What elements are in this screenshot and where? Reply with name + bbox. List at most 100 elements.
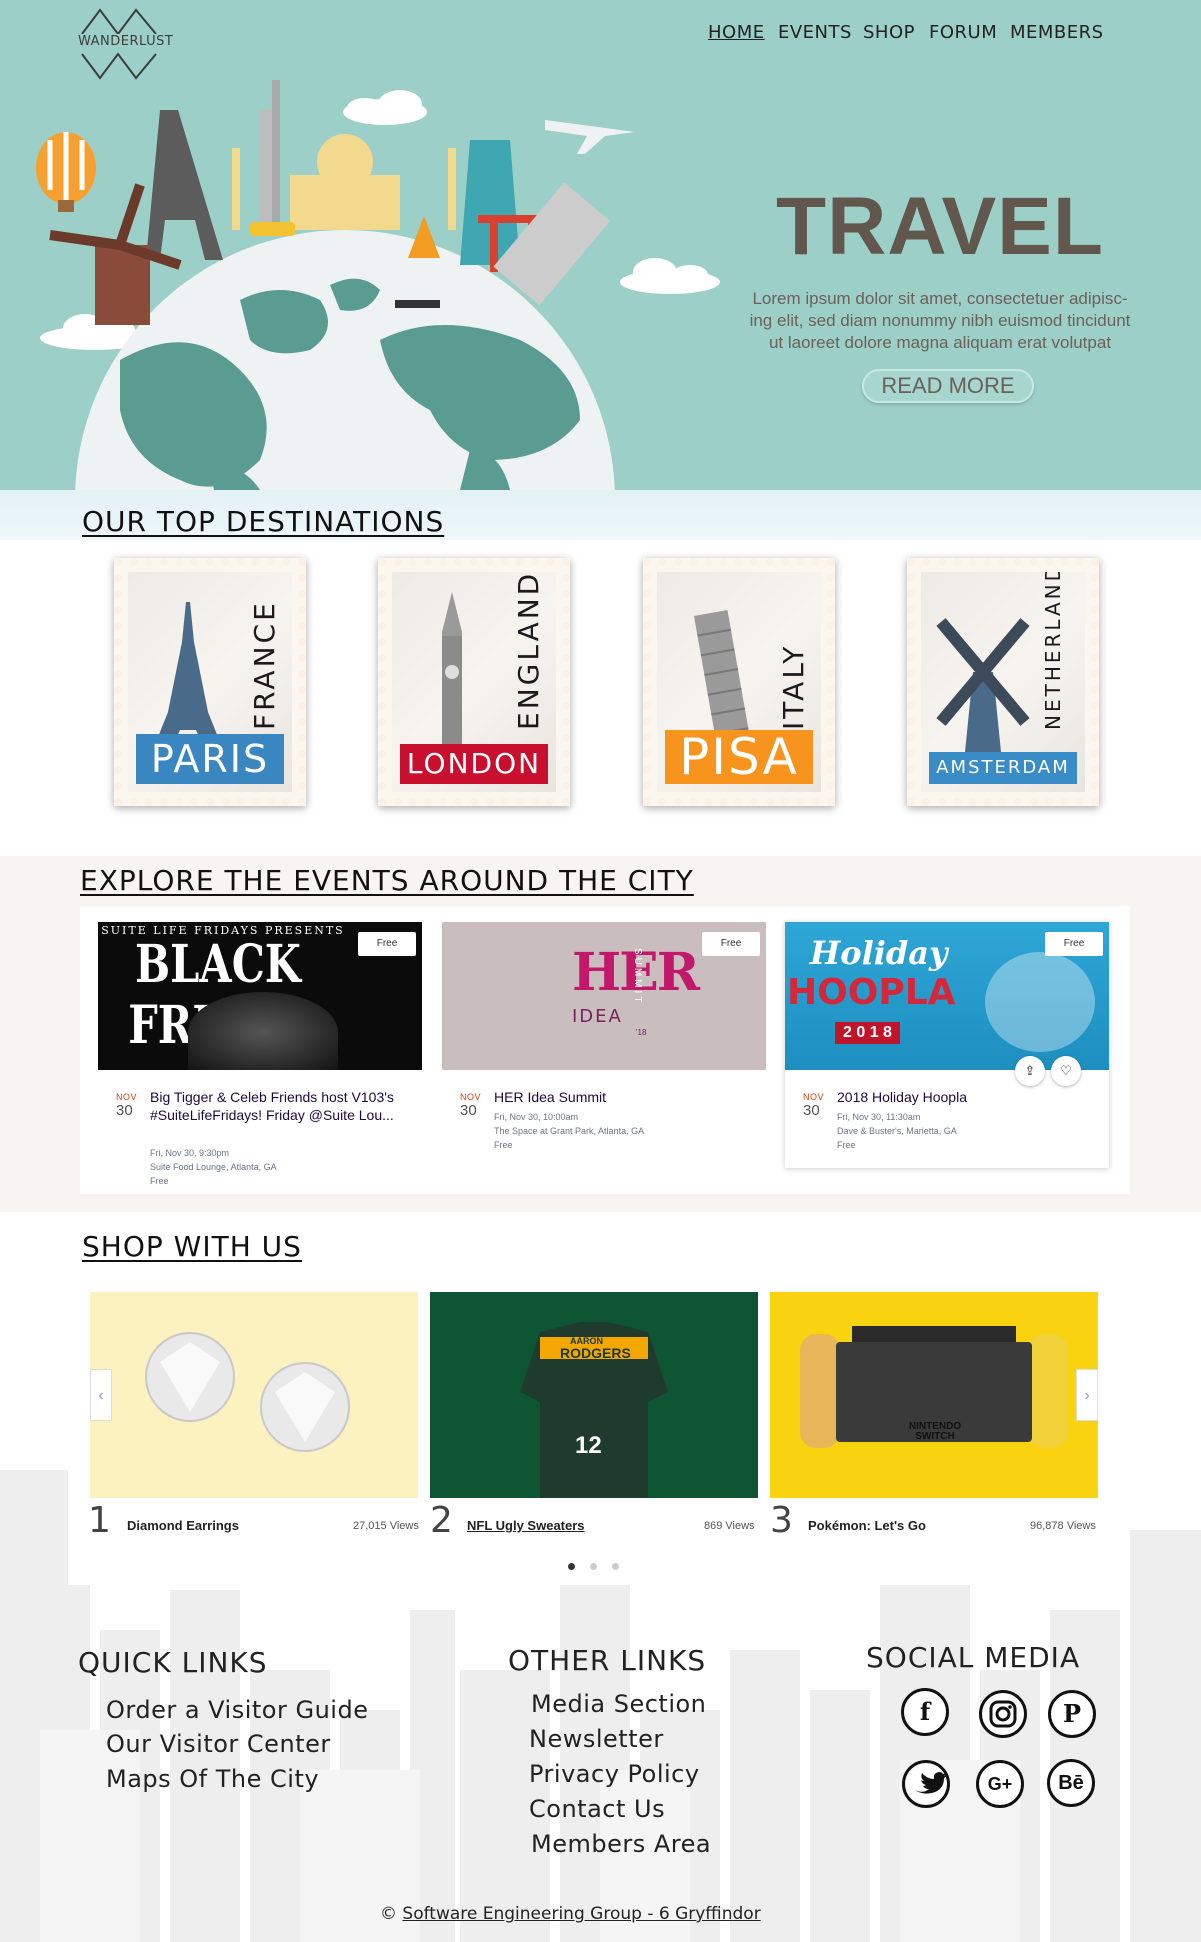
event-day: 30 [116,1102,133,1119]
event-image: Holiday HOOPLA 2 0 1 8 Free [785,922,1109,1070]
stamp-amsterdam[interactable]: NETHERLAND AMSTERDAM [907,558,1099,806]
event-card[interactable]: Holiday HOOPLA 2 0 1 8 Free ⇪ ♡ NOV 30 2… [785,922,1109,1168]
nav-home[interactable]: HOME [708,22,765,43]
carousel-next-button[interactable]: › [1076,1369,1098,1421]
event-date: Fri, Nov 30, 10:00am [494,1112,579,1122]
instagram-icon[interactable] [979,1690,1027,1738]
event-card[interactable]: SUITE LIFE FRIDAYS PRESENTS BLACK FRIDAY… [98,922,422,1186]
shop-title: SHOP WITH US [82,1230,302,1263]
event-image-caption: 2 0 1 8 [835,1022,900,1044]
event-title[interactable]: 2018 Holiday Hoopla [837,1088,1087,1106]
event-price: Free [494,1140,513,1150]
sweater-text: RODGERS [560,1345,631,1361]
stamp-artwork: ENGLAND LONDON [392,572,556,792]
quick-link[interactable]: Our Visitor Center [106,1730,331,1758]
carousel-dot[interactable] [568,1563,575,1570]
event-venue: The Space at Grant Park, Atlanta, GA [494,1126,645,1136]
event-image-caption: Holiday [810,934,948,972]
share-icon[interactable]: ⇪ [1015,1056,1045,1086]
nav-events[interactable]: EVENTS [778,22,852,43]
stamp-city: PARIS [136,734,284,784]
event-month: NOV [116,1092,138,1102]
shop-item-card[interactable]: NINTENDO SWITCH [770,1292,1098,1498]
event-image-figure [188,992,338,1070]
nintendo-switch-image [800,1326,1068,1448]
carousel-prev-button[interactable]: ‹ [90,1369,112,1421]
facebook-icon[interactable]: f [901,1688,949,1736]
logo-text: WANDERLUST [78,34,174,49]
event-image-caption: SUMMIT [632,948,643,1006]
twitter-bird-glyph [915,1772,947,1794]
nav-members[interactable]: MEMBERS [1010,22,1104,43]
twitter-icon[interactable] [902,1760,950,1808]
event-image-caption: HOOPLA [787,972,956,1013]
carousel-dot[interactable] [612,1563,619,1570]
event-image: HER IDEA SUMMIT '18 Free [442,922,766,1070]
nav-shop[interactable]: SHOP [863,22,915,43]
event-price: Free [837,1140,856,1150]
quick-link[interactable]: Maps Of The City [106,1765,319,1793]
stamp-country: ENGLAND [512,572,545,730]
hero-text-line: ing elit, sed diam nonummy nibh euismod … [749,311,1131,330]
diamond-earrings-image [145,1332,350,1452]
shop-item-views: 96,878 Views [1030,1520,1096,1532]
carousel-dot[interactable] [590,1563,597,1570]
copyright-symbol-icon: © [380,1904,397,1924]
like-heart-icon[interactable]: ♡ [1051,1056,1081,1086]
quick-links-title: QUICK LINKS [78,1646,268,1679]
snow-globe-image [985,952,1095,1052]
event-day: 30 [803,1102,820,1119]
stamp-artwork: NETHERLAND AMSTERDAM [921,572,1085,792]
social-media-title: SOCIAL MEDIA [866,1641,1081,1674]
other-link[interactable]: Newsletter [529,1725,664,1753]
event-title[interactable]: Big Tigger & Celeb Friends host V103's #… [150,1088,400,1124]
shop-item-rank: 2 [430,1500,453,1541]
shop-item-views: 27,015 Views [353,1520,419,1532]
stamp-london[interactable]: ENGLAND LONDON [378,558,570,806]
pinterest-icon[interactable]: P [1048,1690,1096,1738]
sweater-number: 12 [575,1432,602,1459]
shop-item-card[interactable] [90,1292,418,1498]
windmill-icon [936,618,1030,752]
other-links-title: OTHER LINKS [508,1644,707,1677]
read-more-button[interactable]: READ MORE [862,369,1034,403]
hero-banner: WANDERLUST HOME EVENTS SHOP FORUM MEMBER… [0,0,1201,493]
free-badge: Free [358,932,416,956]
stamp-artwork: ITALY PISA [657,572,821,792]
shop-item-name[interactable]: Diamond Earrings [127,1518,239,1533]
event-venue: Suite Food Lounge, Atlanta, GA [150,1162,277,1172]
wanderlust-logo[interactable]: WANDERLUST [78,4,174,80]
big-ben-icon [442,592,462,762]
stamp-pisa[interactable]: ITALY PISA [643,558,835,806]
free-badge: Free [702,932,760,956]
hero-text-line: Lorem ipsum dolor sit amet, consectetuer… [752,289,1128,308]
quick-link[interactable]: Order a Visitor Guide [106,1696,368,1724]
nav-forum[interactable]: FORUM [929,22,997,43]
free-badge: Free [1045,932,1103,956]
console-text: NINTENDO SWITCH [908,1421,962,1442]
hero-title: TRAVEL [776,181,1104,272]
other-link[interactable]: Media Section [531,1690,706,1718]
shop-item-name[interactable]: Pokémon: Let's Go [808,1518,926,1533]
destinations-title: OUR TOP DESTINATIONS [82,505,445,538]
event-image-caption: IDEA [572,1006,623,1027]
stamp-paris[interactable]: FRANCE PARIS [114,558,306,806]
stamp-country: ITALY [777,643,810,730]
google-plus-icon[interactable]: G+ [976,1760,1024,1808]
other-link[interactable]: Contact Us [529,1795,665,1823]
stamp-artwork: FRANCE PARIS [128,572,292,792]
behance-icon[interactable]: Bē [1047,1759,1095,1807]
copyright-link[interactable]: Software Engineering Group - 6 Gryffindo… [402,1904,760,1924]
other-link[interactable]: Privacy Policy [529,1760,700,1788]
shop-item-card[interactable]: AARON RODGERS 12 [430,1292,758,1498]
event-card[interactable]: HER IDEA SUMMIT '18 Free NOV 30 HER Idea… [442,922,766,1168]
stamp-country: NETHERLAND [1041,572,1065,730]
other-link[interactable]: Members Area [531,1830,711,1858]
shop-item-views: 869 Views [704,1520,755,1532]
event-title[interactable]: HER Idea Summit [494,1088,744,1106]
eiffel-tower-icon [152,602,224,752]
shop-item-name[interactable]: NFL Ugly Sweaters [467,1518,585,1533]
instagram-glyph [989,1700,1017,1728]
hero-text: Lorem ipsum dolor sit amet, consectetuer… [740,288,1140,354]
shop-item-rank: 1 [88,1500,111,1541]
